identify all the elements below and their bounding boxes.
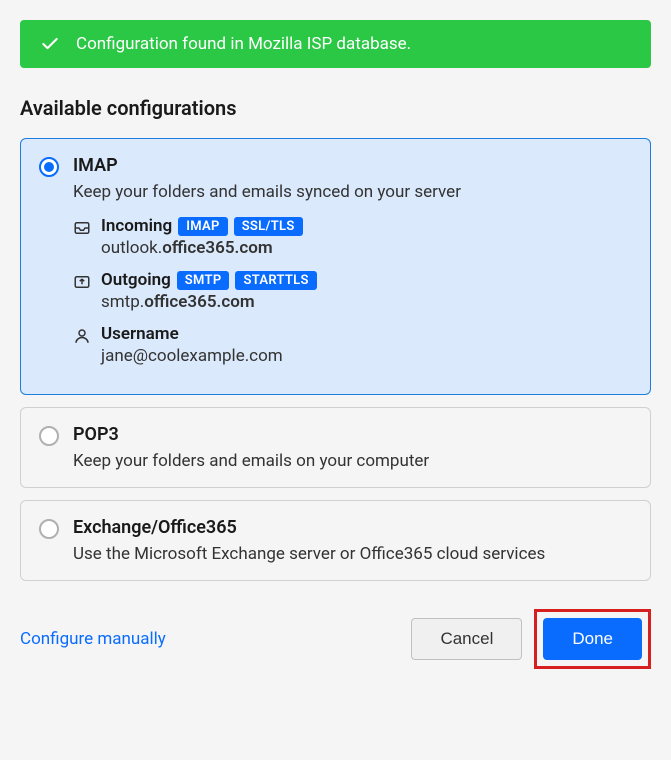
incoming-label: Incoming: [101, 216, 172, 236]
section-heading: Available configurations: [20, 96, 651, 120]
config-option-imap[interactable]: IMAP Keep your folders and emails synced…: [20, 138, 651, 395]
config-title: Exchange/Office365: [73, 517, 632, 538]
done-highlight: Done: [534, 609, 651, 669]
security-badge: SSL/TLS: [234, 217, 303, 236]
username-label: Username: [101, 324, 179, 344]
protocol-badge: IMAP: [178, 217, 227, 236]
outbox-icon: [73, 273, 91, 291]
config-title: POP3: [73, 424, 632, 445]
incoming-host: outlook.office365.com: [101, 238, 632, 258]
protocol-badge: SMTP: [177, 271, 230, 290]
config-option-pop3[interactable]: POP3 Keep your folders and emails on you…: [20, 407, 651, 488]
success-banner: Configuration found in Mozilla ISP datab…: [20, 20, 651, 68]
cancel-button[interactable]: Cancel: [411, 618, 522, 660]
radio-pop3[interactable]: [39, 426, 59, 446]
configure-manually-link[interactable]: Configure manually: [20, 629, 166, 649]
config-description: Use the Microsoft Exchange server or Off…: [73, 544, 632, 564]
outgoing-label: Outgoing: [101, 270, 171, 290]
banner-message: Configuration found in Mozilla ISP datab…: [76, 34, 411, 54]
username-value: jane@coolexample.com: [101, 346, 632, 366]
config-title: IMAP: [73, 155, 632, 176]
config-option-exchange[interactable]: Exchange/Office365 Use the Microsoft Exc…: [20, 500, 651, 581]
checkmark-icon: [40, 34, 60, 54]
user-icon: [73, 327, 91, 345]
done-button[interactable]: Done: [543, 618, 642, 660]
radio-imap[interactable]: [39, 157, 59, 177]
config-description: Keep your folders and emails on your com…: [73, 451, 632, 471]
config-description: Keep your folders and emails synced on y…: [73, 182, 632, 202]
outgoing-host: smtp.office365.com: [101, 292, 632, 312]
security-badge: STARTTLS: [235, 271, 316, 290]
radio-exchange[interactable]: [39, 519, 59, 539]
inbox-icon: [73, 219, 91, 237]
